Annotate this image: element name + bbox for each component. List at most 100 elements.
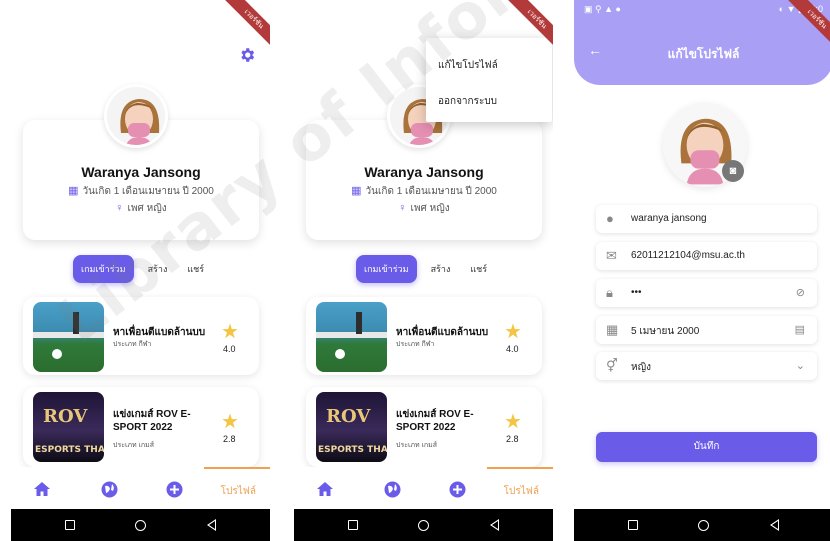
game-card[interactable]: หาเพื่อนตีแบดล้านบบ ประเภท กีฬา ★ 4.0 <box>23 297 259 375</box>
mail-icon: ✉ <box>606 248 617 263</box>
gender-text: เพศ หญิง <box>410 203 450 214</box>
camera-icon[interactable]: ◙ <box>722 160 744 182</box>
recents-icon[interactable] <box>628 520 638 530</box>
nav-indicator <box>487 467 553 469</box>
profile-gender: ♀ เพศ หญิง <box>23 201 259 216</box>
tab-bar: เกมเข้าร่วม สร้าง แชร์ <box>73 255 210 283</box>
game-type: ประเภท กีฬา <box>396 341 435 348</box>
lock-icon: 🔒︎ <box>606 285 613 300</box>
rov-thumbnail: ROV ESPORTS THAI <box>316 392 387 462</box>
profile-tab[interactable]: โปรไฟล์ <box>504 484 539 499</box>
gear-icon[interactable] <box>238 46 256 64</box>
star-icon: ★ <box>504 411 522 433</box>
tab-shared[interactable]: แชร์ <box>181 255 210 283</box>
game-card[interactable]: ROV ESPORTS THAI แข่งเกมส์ ROV E-SPORT 2… <box>306 387 542 467</box>
profile-birth: ▦ วันเกิด 1 เดือนเมษายน ปี 2000 <box>23 184 259 199</box>
bottom-nav: โปรไฟล์ <box>11 467 270 509</box>
profile-screen: เวอร์ชัน Waranya Jansong ▦ วันเกิด 1 เดือ… <box>11 0 270 541</box>
home-system-icon[interactable] <box>418 520 429 531</box>
status-bar: ▣ ⚲ ▲ ● ◐ ▼ ▮ 04:0 <box>584 2 823 18</box>
version-banner: เวอร์ชัน <box>220 0 270 53</box>
plus-circle-icon[interactable] <box>166 481 183 498</box>
chevron-down-icon: ⌄ <box>795 360 805 372</box>
birth-text: วันเกิด 1 เดือนเมษายน ปี 2000 <box>365 186 497 197</box>
game-rating: 4.0 <box>506 344 519 354</box>
visibility-off-icon[interactable]: ⊘ <box>796 286 805 299</box>
game-type: ประเภท กีฬา <box>113 341 152 348</box>
system-nav-bar <box>11 509 270 541</box>
svg-text:ROV: ROV <box>43 406 88 427</box>
birthdate-field[interactable]: ▦ 5 เมษายน 2000 ▤ <box>596 316 817 344</box>
cake-icon: ▦ <box>68 185 79 197</box>
plus-circle-icon[interactable] <box>449 481 466 498</box>
game-title: แข่งเกมส์ ROV E-SPORT 2022 <box>396 409 474 433</box>
status-icons-left: ▣ ⚲ ▲ ● <box>584 4 621 14</box>
back-system-icon[interactable] <box>490 519 499 531</box>
tab-joined[interactable]: เกมเข้าร่วม <box>356 255 417 283</box>
gender-value: หญิง <box>631 362 651 373</box>
profile-birth: ▦ วันเกิด 1 เดือนเมษายน ปี 2000 <box>306 184 542 199</box>
password-value: ••• <box>631 287 642 298</box>
birth-text: วันเกิด 1 เดือนเมษายน ปี 2000 <box>82 186 214 197</box>
birthdate-value: 5 เมษายน 2000 <box>631 326 700 337</box>
menu-item-logout[interactable]: ออกจากระบบ <box>438 94 497 109</box>
name-field[interactable]: ● waranya jansong <box>596 205 817 233</box>
back-system-icon[interactable] <box>770 519 779 531</box>
home-icon[interactable] <box>33 481 51 497</box>
game-rating: 2.8 <box>223 434 236 444</box>
badminton-thumbnail <box>33 302 104 372</box>
page-title: แก้ไขโปรไฟล์ <box>667 47 740 61</box>
cake-icon: ▦ <box>606 322 619 337</box>
game-title: หาเพื่อนตีแบดล้านบบ <box>396 327 489 338</box>
game-title: แข่งเกมส์ ROV E-SPORT 2022 <box>113 409 191 433</box>
recents-icon[interactable] <box>65 520 75 530</box>
app-bar: ▣ ⚲ ▲ ● ◐ ▼ ▮ 04:0 ← แก้ไขโปรไฟล์ <box>574 0 830 85</box>
thumb-text: ESPORTS THAI <box>318 445 387 455</box>
profile-tab[interactable]: โปรไฟล์ <box>221 484 256 499</box>
bottom-nav: โปรไฟล์ <box>294 467 553 509</box>
game-card[interactable]: หาเพื่อนตีแบดล้านบบ ประเภท กีฬา ★ 4.0 <box>306 297 542 375</box>
star-icon: ★ <box>221 321 239 343</box>
home-system-icon[interactable] <box>135 520 146 531</box>
nav-indicator <box>204 467 270 469</box>
rov-thumbnail: ROV ESPORTS THAI <box>33 392 104 462</box>
back-system-icon[interactable] <box>207 519 216 531</box>
edit-profile-screen: ▣ ⚲ ▲ ● ◐ ▼ ▮ 04:0 ← แก้ไขโปรไฟล์ เวอร์ช… <box>574 0 830 541</box>
person-icon: ● <box>606 211 614 226</box>
home-system-icon[interactable] <box>698 520 709 531</box>
game-rating: 2.8 <box>506 434 519 444</box>
game-title: หาเพื่อนตีแบดล้านบบ <box>113 327 206 338</box>
tab-shared[interactable]: แชร์ <box>464 255 493 283</box>
system-nav-bar <box>294 509 553 541</box>
tab-joined[interactable]: เกมเข้าร่วม <box>73 255 134 283</box>
person-icon: ♀ <box>398 202 407 214</box>
calendar-icon[interactable]: ▤ <box>795 323 805 336</box>
profile-menu-screen: เวอร์ชัน แก้ไขโปรไฟล์ ออกจากระบบ Waranya… <box>294 0 553 541</box>
save-button[interactable]: บันทึก <box>596 432 817 462</box>
system-nav-bar <box>574 509 830 541</box>
game-card[interactable]: ROV ESPORTS THAI แข่งเกมส์ ROV E-SPORT 2… <box>23 387 259 467</box>
email-field[interactable]: ✉ 62011212104@msu.ac.th <box>596 242 817 270</box>
game-rating: 4.0 <box>223 344 236 354</box>
person-icon: ♀ <box>115 202 124 214</box>
tab-created[interactable]: สร้าง <box>142 255 174 283</box>
game-type: ประเภท เกมส์ <box>396 442 438 449</box>
globe-icon[interactable] <box>384 481 401 498</box>
cake-icon: ▦ <box>351 185 362 197</box>
gender-text: เพศ หญิง <box>127 203 167 214</box>
avatar[interactable] <box>104 84 168 148</box>
globe-icon[interactable] <box>101 481 118 498</box>
tab-created[interactable]: สร้าง <box>425 255 457 283</box>
tab-bar: เกมเข้าร่วม สร้าง แชร์ <box>356 255 493 283</box>
name-value: waranya jansong <box>631 213 707 224</box>
recents-icon[interactable] <box>348 520 358 530</box>
svg-text:ROV: ROV <box>326 406 371 427</box>
password-field[interactable]: 🔒︎ ••• ⊘ <box>596 279 817 307</box>
menu-item-edit-profile[interactable]: แก้ไขโปรไฟล์ <box>438 58 498 73</box>
gender-select[interactable]: ⚥ หญิง ⌄ <box>596 352 817 380</box>
thumb-text: ESPORTS THAI <box>35 445 104 455</box>
star-icon: ★ <box>504 321 522 343</box>
gender-icon: ⚥ <box>606 358 618 373</box>
home-icon[interactable] <box>316 481 334 497</box>
star-icon: ★ <box>221 411 239 433</box>
